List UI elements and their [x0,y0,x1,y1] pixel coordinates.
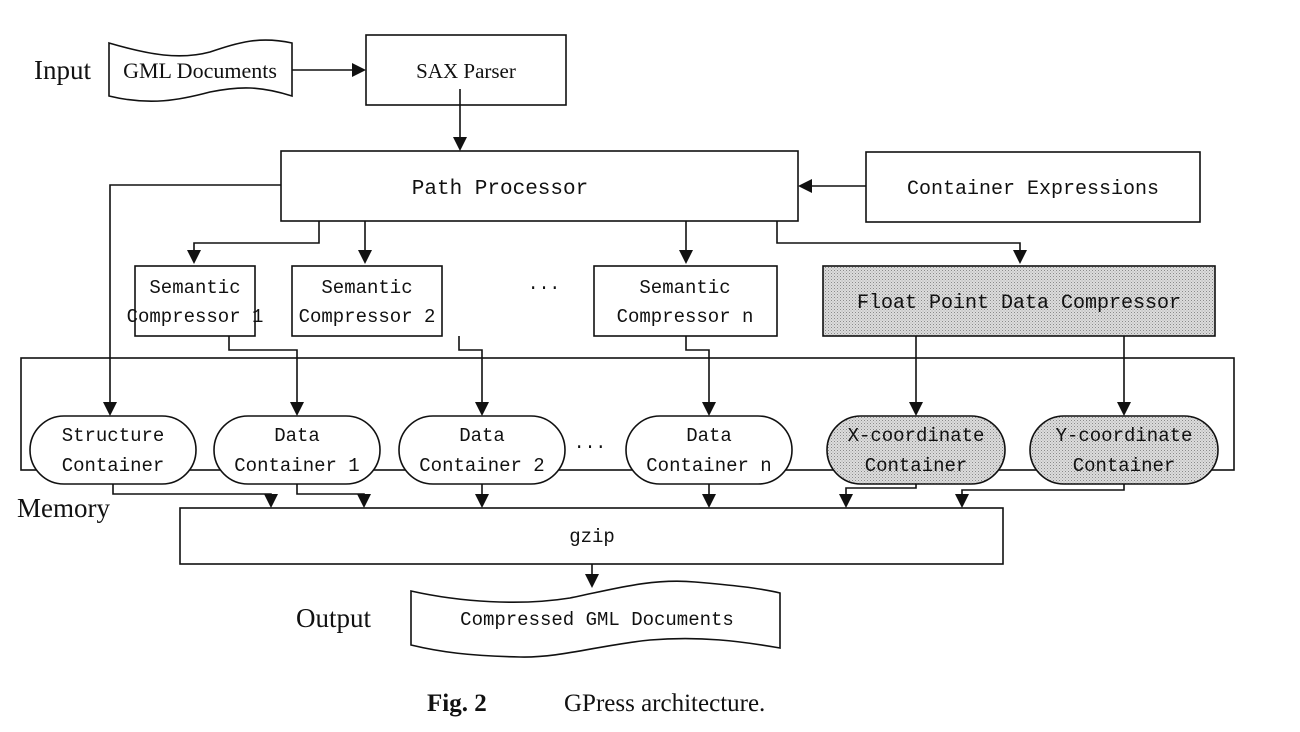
gzip-label: gzip [569,526,615,548]
data-container-2-line2: Container 2 [419,455,544,477]
arrowhead-icon [187,250,201,264]
figure-caption: GPress architecture. [564,690,765,717]
figure-number: Fig. 2 [427,690,487,717]
arrowhead-icon [453,137,467,151]
arrow-path-to-sc1 [193,221,320,251]
x-coordinate-container-line1: X-coordinate [848,425,985,447]
container-expressions-label: Container Expressions [907,178,1159,201]
arrowhead-icon [1117,402,1131,416]
arrow-path-to-float [776,221,1021,251]
path-processor-text: Path Processor [412,178,588,201]
semantic-compressor-2-line1: Semantic [321,277,412,299]
structure-container-line1: Structure [62,425,165,447]
arrowhead-icon [585,574,599,588]
arrowhead-icon [103,402,117,416]
arrowhead-icon [358,250,372,264]
arrow-scn-to-dcn [685,336,710,402]
arrowhead-icon [702,494,716,508]
arrow-structure-to-gzip [112,484,272,496]
arrow-y-to-gzip [961,484,1125,496]
ellipsis-containers: ··· [574,438,606,458]
sax-parser-label: SAX Parser [416,59,516,83]
structure-container-line2: Container [62,455,165,477]
arrowhead-icon [264,494,278,508]
data-container-n-line1: Data [686,425,732,447]
arrowhead-icon [955,494,969,508]
arrow-sc1-to-dc1 [228,336,298,402]
gml-documents-label: GML Documents [123,58,277,83]
arrowhead-icon [839,494,853,508]
arrowhead-icon [475,402,489,416]
arrowhead-icon [475,494,489,508]
arrowhead-icon [1013,250,1027,264]
data-container-n-line2: Container n [646,455,771,477]
y-coordinate-container-line1: Y-coordinate [1056,425,1193,447]
semantic-compressor-2-line2: Compressor 2 [299,306,436,328]
data-container-1-line2: Container 1 [234,455,359,477]
architecture-diagram: Input GML Documents SAX Parser Container… [17,34,1235,717]
memory-label: Memory [17,493,110,523]
arrowhead-icon [357,494,371,508]
x-coordinate-container-line2: Container [865,455,968,477]
semantic-compressor-1-line2: Compressor 1 [127,306,264,328]
data-container-1-line1: Data [274,425,320,447]
arrow-x-to-gzip [845,484,917,496]
output-label: Output [296,603,372,633]
arrowhead-icon [290,402,304,416]
arrowhead-icon [702,402,716,416]
input-label: Input [34,55,91,85]
semantic-compressor-n-line1: Semantic [639,277,730,299]
compressed-gml-label: Compressed GML Documents [460,609,734,631]
semantic-compressor-n-line2: Compressor n [617,306,754,328]
float-point-compressor-label: Float Point Data Compressor [857,292,1181,315]
semantic-compressor-1-line1: Semantic [149,277,240,299]
ellipsis-compressors: ··· [528,279,560,299]
arrowhead-icon [352,63,366,77]
arrowhead-icon [798,179,812,193]
arrow-dc1-to-gzip [296,484,365,496]
arrowhead-icon [909,402,923,416]
arrowhead-icon [679,250,693,264]
y-coordinate-container-line2: Container [1073,455,1176,477]
arrow-sc2-to-dc2 [458,336,483,402]
data-container-2-line1: Data [459,425,505,447]
